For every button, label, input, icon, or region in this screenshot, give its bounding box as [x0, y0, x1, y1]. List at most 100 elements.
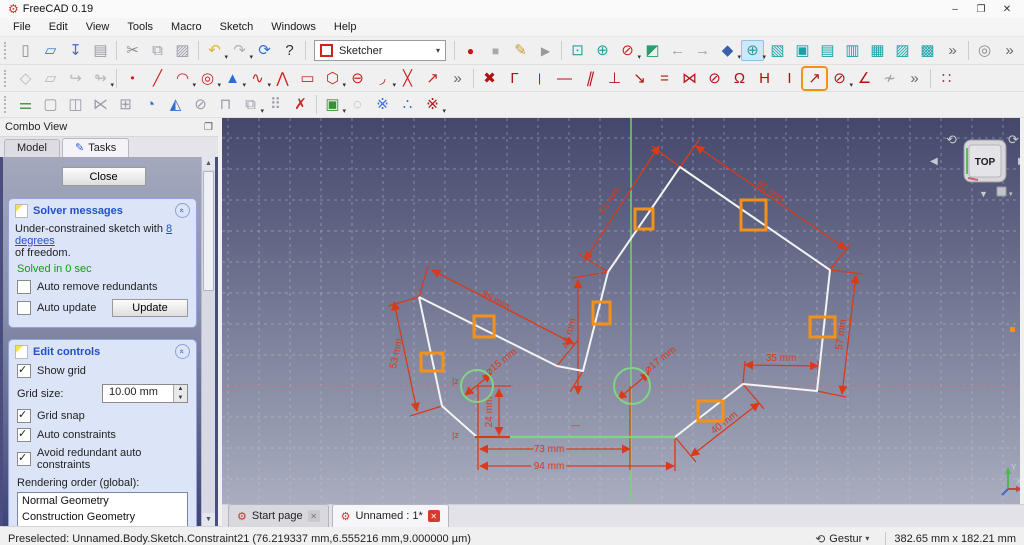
rendering-order-item[interactable]: External Geometry — [18, 525, 187, 526]
constrain-coincident-icon[interactable]: ✖ — [478, 68, 501, 89]
avoid-redundant-checkbox[interactable] — [17, 452, 31, 466]
create-polygon-icon[interactable]: ⬡▾ — [321, 68, 344, 89]
open-file-icon[interactable]: ▱ — [39, 40, 62, 61]
make-link-icon[interactable]: ↬▾ — [89, 68, 112, 89]
link-icon[interactable]: ↪ — [64, 68, 87, 89]
constraint-glyph[interactable]: |z — [452, 430, 459, 440]
create-arc-icon[interactable]: ◠▾ — [171, 68, 194, 89]
sketch-point[interactable] — [1010, 327, 1015, 332]
dropdown-caret[interactable]: ▾ — [442, 108, 446, 115]
create-rectangle-icon[interactable]: ▭ — [296, 68, 319, 89]
grid-snap-checkbox[interactable] — [17, 409, 31, 423]
create-point-icon[interactable]: • — [121, 68, 144, 89]
convert-to-bspline-icon[interactable]: ▣▾ — [321, 94, 344, 115]
nav-left-icon[interactable]: ◀ — [930, 156, 938, 167]
close-tab-icon[interactable]: ✕ — [308, 510, 320, 522]
tab-start-page[interactable]: ⚙ Start page ✕ — [228, 504, 329, 527]
show-grid-checkbox[interactable] — [17, 364, 31, 378]
constrain-distance-x-icon[interactable]: H — [753, 68, 776, 89]
partdesign-body-icon[interactable]: ◇ — [14, 68, 37, 89]
constrain-point-on-object-icon[interactable]: Γ — [503, 68, 526, 89]
zoom-tool-icon[interactable]: ⊕▾ — [741, 40, 764, 61]
extend-edge-icon[interactable]: ↗ — [421, 68, 444, 89]
copy-icon[interactable]: ⧉ — [146, 40, 169, 61]
3d-viewport[interactable]: 53 mm85 mm48 mm61 mm82 mm57 mm35 mm40 mm… — [222, 118, 1024, 504]
cut-icon[interactable]: ✂ — [121, 40, 144, 61]
rotate-view-icon[interactable]: ◆▾ — [716, 40, 739, 61]
create-bspline-icon[interactable]: ∿▾ — [246, 68, 269, 89]
close-shape-icon[interactable]: ▢ — [39, 94, 62, 115]
view-isometric-icon[interactable]: ▧ — [766, 40, 789, 61]
collapse-section-icon[interactable]: « — [175, 344, 190, 359]
close-window-button[interactable]: ✕ — [994, 4, 1020, 15]
create-polyline-icon[interactable]: ⋀ — [271, 68, 294, 89]
macro-edit-icon[interactable]: ✎ — [509, 40, 532, 61]
toolbar-grip[interactable] — [4, 42, 9, 59]
bspline-comb-icon[interactable]: ※▾ — [421, 94, 444, 115]
rendering-order-item[interactable]: Construction Geometry — [18, 509, 187, 525]
constrain-diameter-icon[interactable]: ⊘▾ — [828, 68, 851, 89]
nav-forward-icon[interactable]: → — [691, 40, 714, 61]
spin-up-icon[interactable]: ▲ — [174, 385, 187, 394]
menu-tools[interactable]: Tools — [118, 20, 162, 34]
constrain-angle-icon[interactable]: ∠ — [853, 68, 876, 89]
refresh-icon[interactable]: ⟳ — [253, 40, 276, 61]
constrain-tangent-icon[interactable]: ↘ — [628, 68, 651, 89]
save-icon[interactable]: ↧ — [64, 40, 87, 61]
dropdown-caret[interactable]: ▾ — [110, 82, 114, 89]
constrain-symmetric-icon[interactable]: ⋈ — [678, 68, 701, 89]
group-icon[interactable]: ▱ — [39, 68, 62, 89]
sketch-canvas[interactable]: 53 mm85 mm48 mm61 mm82 mm57 mm35 mm40 mm… — [222, 118, 1020, 504]
constrain-parallel-icon[interactable]: ∥ — [578, 68, 601, 89]
constrain-vertical-icon[interactable]: | — [528, 68, 551, 89]
scroll-up-icon[interactable]: ▲ — [202, 157, 215, 170]
nav-cube-caret-icon[interactable]: ▾ — [1009, 191, 1013, 198]
bspline-knots-icon[interactable]: ※ — [371, 94, 394, 115]
menu-help[interactable]: Help — [325, 20, 366, 34]
trim-edge-icon[interactable]: ╳ — [396, 68, 419, 89]
create-slot-icon[interactable]: ⊖ — [346, 68, 369, 89]
rectangular-array-icon[interactable]: ⠿ — [264, 94, 287, 115]
scroll-down-icon[interactable]: ▼ — [202, 513, 215, 526]
macro-play-icon[interactable]: ▶ — [534, 40, 557, 61]
select-conflicting-constraints-icon[interactable]: ◭ — [164, 94, 187, 115]
spin-down-icon[interactable]: ▼ — [174, 394, 187, 403]
fit-all-icon[interactable]: ⊡ — [566, 40, 589, 61]
toolbar-grip[interactable] — [4, 70, 9, 87]
nav-back-icon[interactable]: ← — [666, 40, 689, 61]
view-right-icon[interactable]: ▥ — [841, 40, 864, 61]
create-fillet-icon[interactable]: ◞▾ — [371, 68, 394, 89]
menu-view[interactable]: View — [77, 20, 119, 34]
nav-cube-top-label[interactable]: TOP — [975, 157, 996, 168]
view-bottom-icon[interactable]: ▨ — [891, 40, 914, 61]
tab-unnamed-document[interactable]: ⚙ Unnamed : 1* ✕ — [332, 504, 449, 527]
zoom-selection-icon[interactable]: ⊕ — [591, 40, 614, 61]
constraint-glyph[interactable]: — — [571, 420, 580, 430]
view-top-icon[interactable]: ▤ — [816, 40, 839, 61]
activate-constraint-icon[interactable]: ∷ — [935, 68, 958, 89]
create-conic-icon[interactable]: ▲▾ — [221, 68, 244, 89]
select-dof-icon[interactable]: ⚌ — [14, 94, 37, 115]
select-redundant-constraints-icon[interactable]: ◔ — [139, 94, 162, 115]
constraint-overflow-icon[interactable]: » — [903, 68, 926, 89]
menu-sketch[interactable]: Sketch — [211, 20, 263, 34]
chevron-down-icon[interactable]: ▾ — [865, 534, 869, 543]
clone-icon[interactable]: ⧉▾ — [239, 94, 262, 115]
macro-stop-icon[interactable]: ■ — [484, 40, 507, 61]
remove-axes-alignment-icon[interactable]: ✗ — [289, 94, 312, 115]
constrain-equal-icon[interactable]: = — [653, 68, 676, 89]
geometry-overflow-icon[interactable]: » — [446, 68, 469, 89]
connect-edges-icon[interactable]: ◫ — [64, 94, 87, 115]
auto-constraints-checkbox[interactable] — [17, 428, 31, 442]
constrain-distance-y-icon[interactable]: I — [778, 68, 801, 89]
rendering-order-list[interactable]: Normal GeometryConstruction GeometryExte… — [17, 492, 188, 526]
constraint-glyph[interactable]: |z — [452, 376, 459, 386]
view-front-icon[interactable]: ▣ — [791, 40, 814, 61]
redo-icon[interactable]: ↷▾ — [228, 40, 251, 61]
rendering-order-item[interactable]: Normal Geometry — [18, 493, 187, 509]
menu-macro[interactable]: Macro — [162, 20, 211, 34]
create-circle-icon[interactable]: ◎▾ — [196, 68, 219, 89]
draw-style-icon[interactable]: ⊘▾ — [616, 40, 639, 61]
constrain-perpendicular-icon[interactable]: ⊥ — [603, 68, 626, 89]
select-view-icon[interactable]: ◩ — [641, 40, 664, 61]
